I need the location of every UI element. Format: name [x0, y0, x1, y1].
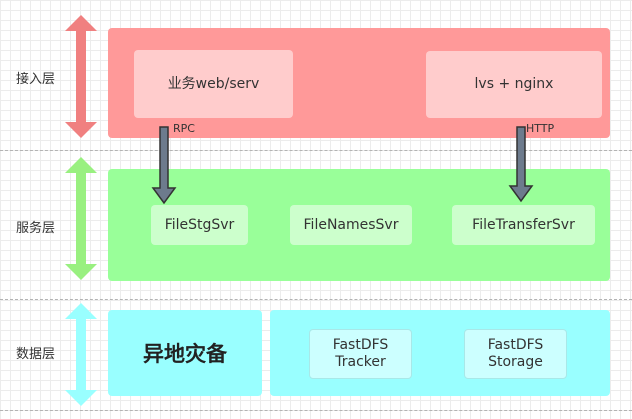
diagram-canvas: 接入层 服务层 数据层 业务web/serv lvs + nginx FileS… — [0, 0, 632, 419]
http-label: HTTP — [526, 122, 555, 135]
rpc-label: RPC — [173, 122, 195, 135]
edge-arrows — [151, 126, 534, 205]
http-arrow — [508, 126, 534, 203]
rpc-arrow — [151, 126, 177, 205]
